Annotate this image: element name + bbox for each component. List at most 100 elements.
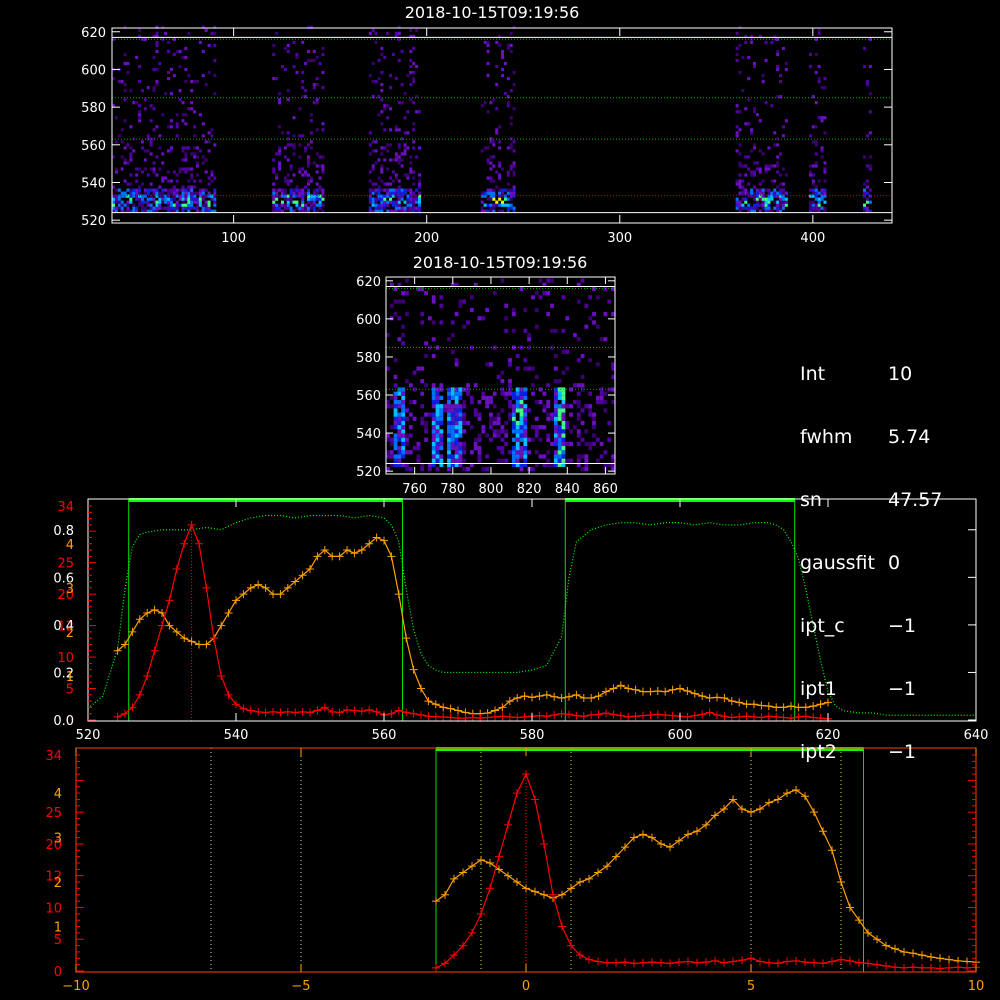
pixel [427, 466, 432, 472]
y-tick-label: 580 [81, 101, 106, 116]
data-point [864, 959, 872, 968]
data-point [594, 957, 602, 966]
pixel [172, 206, 176, 210]
pixel [431, 454, 436, 459]
pixel [169, 146, 173, 150]
pixel [190, 176, 194, 180]
fit-info-panel: Int 10 fwhm 5.74 sn 47.57 gaussfit 0 ipt_c −1… [800, 322, 942, 784]
pixel [538, 437, 543, 442]
pixel [458, 454, 463, 459]
pixel [129, 125, 133, 129]
pixel [307, 143, 310, 147]
pixel [454, 412, 459, 417]
pixel [383, 107, 387, 111]
pixel [477, 399, 482, 405]
pixel [868, 155, 872, 159]
pixel [454, 408, 459, 413]
pixel [588, 408, 593, 413]
pixel [776, 191, 780, 195]
pixel [557, 379, 562, 384]
pixel [519, 437, 524, 442]
pixel [820, 146, 824, 150]
pixel [738, 152, 742, 156]
data-point [335, 708, 344, 717]
pixel [503, 188, 507, 192]
pixel [292, 143, 296, 147]
pixel [129, 146, 133, 150]
red-tick-label: 10 [45, 901, 62, 916]
pixel [439, 454, 444, 459]
pixel [383, 206, 387, 210]
pixel [485, 433, 490, 438]
pixel [454, 441, 459, 447]
pixel [588, 446, 593, 451]
pixel [515, 366, 520, 371]
pixel [286, 131, 290, 135]
pixel [435, 446, 440, 451]
pixel [204, 140, 208, 144]
pixel [201, 161, 205, 165]
pixel [814, 70, 818, 75]
pixel [755, 200, 759, 204]
pixel [301, 167, 305, 171]
pixel [735, 52, 739, 57]
pixel [374, 188, 378, 192]
pixel [389, 182, 393, 186]
pixel [486, 176, 490, 180]
pixel [397, 450, 402, 455]
pixel [190, 80, 194, 84]
pixel [307, 197, 310, 201]
pixel [393, 458, 398, 463]
pixel [557, 425, 562, 430]
pixel [501, 203, 505, 207]
data-point [750, 700, 758, 709]
pixel [401, 395, 406, 400]
pixel [458, 458, 463, 463]
pixel [489, 420, 493, 426]
pixel [565, 441, 570, 447]
pixel [149, 104, 153, 108]
pixel [454, 429, 459, 434]
pixel [431, 337, 436, 342]
pixel [439, 433, 444, 438]
pixel [580, 374, 585, 380]
pixel [391, 158, 395, 162]
pixel [770, 40, 774, 45]
data-point [698, 710, 707, 719]
pixel [393, 408, 398, 413]
pixel [480, 191, 484, 195]
pixel [123, 191, 127, 195]
pixel [576, 458, 581, 463]
pixel [450, 408, 455, 413]
pixel [126, 70, 130, 75]
pixel [406, 197, 410, 201]
pixel [374, 197, 378, 201]
pixel [415, 28, 419, 32]
pixel [304, 173, 308, 177]
pixel [389, 158, 393, 162]
pixel [146, 134, 150, 138]
pixel [371, 80, 375, 84]
pixel [781, 188, 785, 192]
pixel [393, 399, 398, 405]
red-tick-label: 0 [54, 965, 62, 980]
pixel [439, 295, 444, 300]
pixel [764, 188, 768, 192]
pixel [321, 122, 325, 126]
pixel [781, 191, 785, 195]
data-point [764, 712, 773, 721]
pixel [776, 64, 780, 69]
pixel [764, 206, 768, 210]
pixel [401, 341, 406, 346]
pixel [447, 395, 451, 400]
pixel [193, 179, 197, 183]
pixel [207, 140, 211, 144]
pixel [397, 404, 402, 409]
data-point [792, 956, 800, 965]
pixel [553, 395, 558, 400]
pixel [534, 324, 539, 329]
pixel [158, 200, 162, 204]
pixel [744, 173, 748, 177]
pixel [272, 52, 276, 57]
pixel [181, 55, 185, 60]
